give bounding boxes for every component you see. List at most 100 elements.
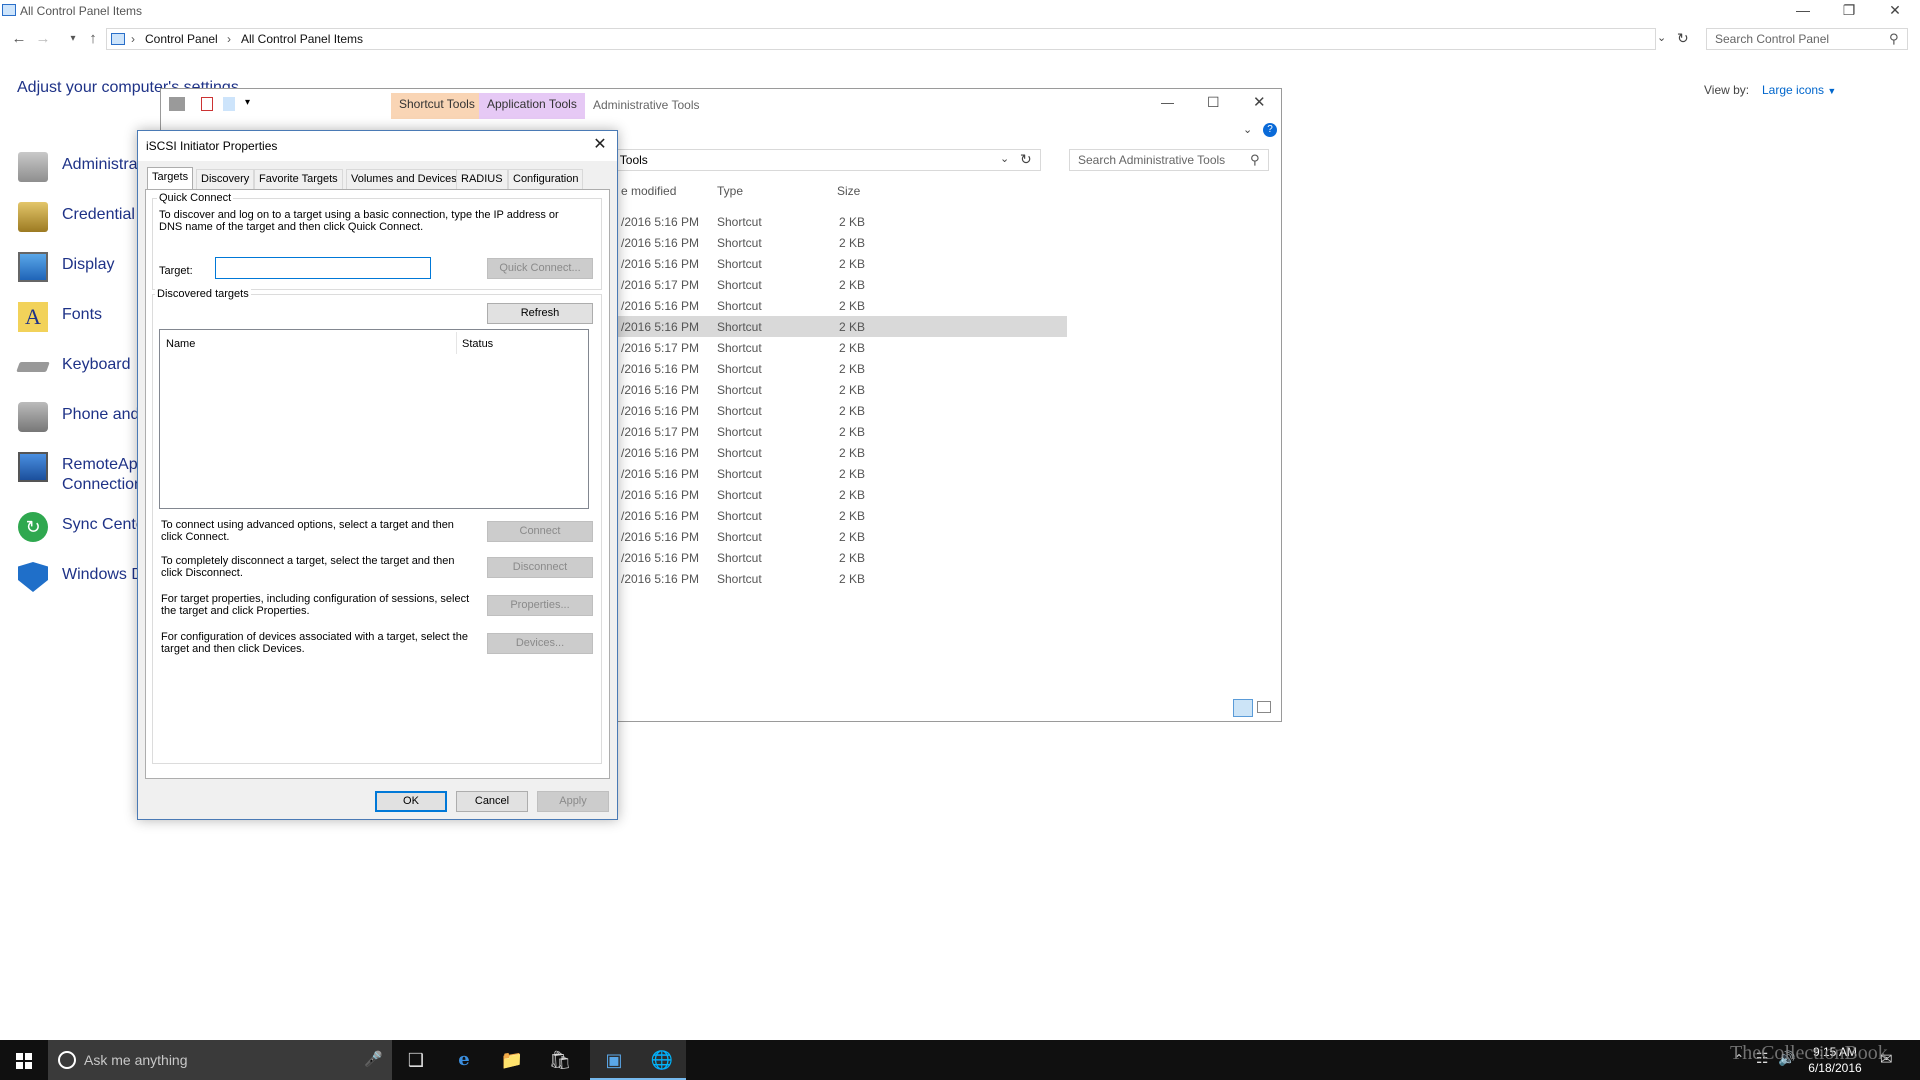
tab-volumes-and-devices[interactable]: Volumes and Devices bbox=[346, 169, 462, 189]
table-row[interactable]: /2016 5:16 PM Shortcut 2 KB bbox=[617, 379, 1067, 400]
refresh-icon[interactable]: ↻ bbox=[1677, 30, 1689, 47]
cp-item-windows-defender[interactable]: Windows D bbox=[18, 558, 146, 598]
microphone-icon[interactable]: 🎤 bbox=[364, 1050, 383, 1068]
quick-connect-button[interactable]: Quick Connect... bbox=[487, 258, 593, 279]
task-view-icon[interactable]: ❑ bbox=[392, 1040, 440, 1080]
admin-address-bar[interactable]: e Tools ⌄ ↻ bbox=[601, 149, 1041, 171]
column-date-modified[interactable]: e modified bbox=[621, 184, 676, 198]
list-column-name[interactable]: Name bbox=[166, 338, 195, 350]
iscsi-taskbar-icon[interactable]: 🌐 bbox=[638, 1040, 686, 1080]
back-arrow-icon[interactable]: ← bbox=[8, 28, 30, 52]
address-dropdown-icon[interactable]: ⌄ bbox=[1657, 31, 1666, 44]
ok-button[interactable]: OK bbox=[375, 791, 447, 812]
restore-button[interactable]: ❐ bbox=[1826, 0, 1872, 22]
cell-date: /2016 5:16 PM bbox=[621, 299, 700, 313]
target-input[interactable] bbox=[215, 257, 431, 279]
control-panel-taskbar-icon[interactable]: ▣ bbox=[590, 1040, 638, 1080]
cancel-button[interactable]: Cancel bbox=[456, 791, 528, 812]
large-icons-view-icon[interactable] bbox=[1257, 701, 1271, 713]
disconnect-button[interactable]: Disconnect bbox=[487, 557, 593, 578]
new-folder-icon[interactable] bbox=[223, 97, 235, 111]
up-arrow-icon[interactable]: ↑ bbox=[82, 28, 104, 52]
discovered-targets-list[interactable]: Name Status bbox=[159, 329, 589, 509]
cp-item-display[interactable]: Display bbox=[18, 248, 146, 288]
connect-description: To connect using advanced options, selec… bbox=[161, 519, 454, 543]
devices-button[interactable]: Devices... bbox=[487, 633, 593, 654]
address-dropdown-icon[interactable]: ⌄ bbox=[1000, 152, 1009, 165]
table-row[interactable]: /2016 5:16 PM Shortcut 2 KB bbox=[617, 463, 1067, 484]
cell-type: Shortcut bbox=[717, 383, 762, 397]
table-row[interactable]: /2016 5:16 PM Shortcut 2 KB bbox=[617, 358, 1067, 379]
table-row[interactable]: /2016 5:16 PM Shortcut 2 KB bbox=[617, 253, 1067, 274]
table-row[interactable]: /2016 5:16 PM Shortcut 2 KB bbox=[617, 526, 1067, 547]
shortcut-tools-tab[interactable]: Shortcut Tools bbox=[391, 93, 483, 119]
tab-targets[interactable]: Targets bbox=[147, 167, 194, 189]
minimize-button[interactable]: — bbox=[1780, 0, 1826, 22]
forward-arrow-icon[interactable]: → bbox=[32, 28, 54, 52]
properties-icon[interactable] bbox=[201, 97, 213, 111]
quick-access-dropdown-icon[interactable]: ▾ bbox=[245, 97, 250, 108]
cell-date: /2016 5:17 PM bbox=[621, 278, 700, 292]
column-type[interactable]: Type bbox=[717, 184, 743, 198]
recent-chevron-icon[interactable]: ▾ bbox=[62, 28, 84, 52]
minimize-button[interactable]: — bbox=[1161, 95, 1174, 110]
file-explorer-icon[interactable]: 📁 bbox=[488, 1040, 536, 1080]
table-row[interactable]: /2016 5:16 PM Shortcut 2 KB bbox=[617, 568, 1067, 589]
close-button[interactable]: ✕ bbox=[1253, 93, 1266, 111]
table-row[interactable]: /2016 5:16 PM Shortcut 2 KB bbox=[617, 316, 1067, 337]
maximize-button[interactable]: ☐ bbox=[1207, 94, 1220, 111]
table-row[interactable]: /2016 5:17 PM Shortcut 2 KB bbox=[617, 274, 1067, 295]
control-panel-search[interactable]: Search Control Panel ⚲ bbox=[1706, 28, 1908, 50]
cell-size: 2 KB bbox=[839, 299, 866, 313]
table-row[interactable]: /2016 5:16 PM Shortcut 2 KB bbox=[617, 295, 1067, 316]
close-button[interactable]: ✕ bbox=[1872, 0, 1918, 22]
tab-radius[interactable]: RADIUS bbox=[456, 169, 508, 189]
breadcrumb-control-panel[interactable]: Control Panel bbox=[145, 32, 218, 46]
table-row[interactable]: /2016 5:16 PM Shortcut 2 KB bbox=[617, 400, 1067, 421]
ribbon-expand-icon[interactable]: ⌄ bbox=[1243, 123, 1252, 136]
tab-discovery[interactable]: Discovery bbox=[196, 169, 255, 189]
control-panel-navbar: ← → ▾ ↑ › Control Panel › All Control Pa… bbox=[0, 28, 1920, 52]
cp-item-keyboard[interactable]: Keyboard bbox=[16, 348, 146, 388]
view-by-label: View by: bbox=[1704, 83, 1750, 97]
start-button[interactable] bbox=[0, 1040, 48, 1080]
iscsi-initiator-dialog[interactable]: iSCSI Initiator Properties ✕ Targets Dis… bbox=[137, 130, 618, 820]
table-row[interactable]: /2016 5:17 PM Shortcut 2 KB bbox=[617, 337, 1067, 358]
cp-item-label: Display bbox=[62, 256, 115, 273]
cp-item-remoteapp[interactable]: RemoteApp Connection bbox=[18, 448, 147, 498]
refresh-button[interactable]: Refresh bbox=[487, 303, 593, 324]
cortana-search-box[interactable]: Ask me anything 🎤 bbox=[48, 1040, 392, 1080]
table-row[interactable]: /2016 5:16 PM Shortcut 2 KB bbox=[617, 484, 1067, 505]
connect-button[interactable]: Connect bbox=[487, 521, 593, 542]
cell-type: Shortcut bbox=[717, 278, 762, 292]
list-column-status[interactable]: Status bbox=[462, 338, 493, 350]
table-row[interactable]: /2016 5:17 PM Shortcut 2 KB bbox=[617, 421, 1067, 442]
cp-item-label: RemoteApp bbox=[62, 456, 147, 473]
help-icon[interactable]: ? bbox=[1263, 123, 1277, 137]
address-bar[interactable]: › Control Panel › All Control Panel Item… bbox=[106, 28, 1689, 50]
tab-configuration[interactable]: Configuration bbox=[508, 169, 584, 189]
cp-item-administrative-tools[interactable]: Administra bbox=[18, 148, 146, 188]
cp-item-credential-manager[interactable]: Credential bbox=[18, 198, 146, 238]
application-tools-tab[interactable]: Application Tools bbox=[479, 93, 585, 119]
admin-search[interactable]: Search Administrative Tools ⚲ bbox=[1069, 149, 1269, 171]
cp-item-sync-center[interactable]: ↻ Sync Cente bbox=[18, 508, 146, 548]
details-view-icon[interactable] bbox=[1233, 699, 1253, 717]
table-row[interactable]: /2016 5:16 PM Shortcut 2 KB bbox=[617, 232, 1067, 253]
breadcrumb-all-items[interactable]: All Control Panel Items bbox=[241, 32, 363, 46]
properties-button[interactable]: Properties... bbox=[487, 595, 593, 616]
tab-favorite-targets[interactable]: Favorite Targets bbox=[254, 169, 343, 189]
table-row[interactable]: /2016 5:16 PM Shortcut 2 KB bbox=[617, 505, 1067, 526]
refresh-icon[interactable]: ↻ bbox=[1020, 151, 1032, 168]
table-row[interactable]: /2016 5:16 PM Shortcut 2 KB bbox=[617, 442, 1067, 463]
table-row[interactable]: /2016 5:16 PM Shortcut 2 KB bbox=[617, 547, 1067, 568]
cp-item-phone-and-modem[interactable]: Phone and bbox=[18, 398, 146, 438]
edge-browser-icon[interactable]: e bbox=[440, 1040, 488, 1080]
store-icon[interactable]: 🛍 bbox=[536, 1040, 584, 1080]
close-button[interactable]: ✕ bbox=[584, 133, 616, 159]
apply-button[interactable]: Apply bbox=[537, 791, 609, 812]
table-row[interactable]: /2016 5:16 PM Shortcut 2 KB bbox=[617, 211, 1067, 232]
view-by-dropdown[interactable]: Large icons ▼ bbox=[1762, 83, 1836, 97]
column-size[interactable]: Size bbox=[837, 184, 860, 198]
cp-item-fonts[interactable]: A Fonts bbox=[18, 298, 146, 338]
